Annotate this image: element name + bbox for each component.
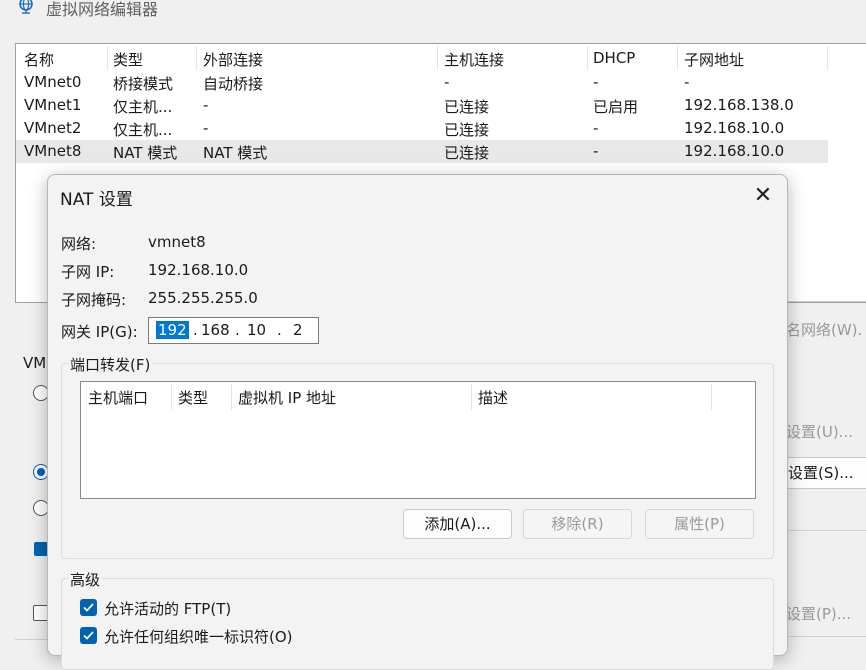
cell-type: NAT 模式 <box>113 144 178 162</box>
column-separator[interactable] <box>437 46 438 70</box>
ip-dot: . <box>277 321 282 339</box>
gateway-octet-3[interactable]: 10 <box>247 321 266 339</box>
allow-oui-label[interactable]: 允许任何组织唯一标识符(O) <box>104 626 293 647</box>
cell-type: 仅主机... <box>113 98 173 116</box>
column-header-vm-ip[interactable]: 虚拟机 IP 地址 <box>238 387 336 408</box>
divider <box>15 639 50 640</box>
ip-dot: . <box>235 321 240 339</box>
cell-subnet: 192.168.138.0 <box>684 96 794 114</box>
cell-name: VMnet1 <box>24 96 82 114</box>
close-icon[interactable]: ✕ <box>750 183 776 209</box>
column-header-host[interactable]: 主机连接 <box>444 49 504 71</box>
table-row[interactable]: VMnet2 仅主机... - 已连接 - 192.168.10.0 <box>16 117 828 140</box>
add-button[interactable]: 添加(A)... <box>403 509 512 539</box>
cell-host: 已连接 <box>444 121 490 139</box>
cell-name: VMnet0 <box>24 73 82 91</box>
divider <box>786 530 866 531</box>
table-row[interactable]: VMnet0 桥接模式 自动桥接 - - - <box>16 71 828 94</box>
cell-subnet: 192.168.10.0 <box>684 142 785 160</box>
column-separator[interactable] <box>471 384 472 410</box>
allow-ftp-label[interactable]: 允许活动的 FTP(T) <box>104 598 231 619</box>
column-header-dhcp[interactable]: DHCP <box>593 49 635 71</box>
cell-dhcp: - <box>593 142 599 160</box>
nat-settings-button[interactable]: 设置(S)... <box>785 457 866 489</box>
column-separator[interactable] <box>196 46 197 70</box>
network-globe-icon <box>17 0 35 14</box>
checkmark-icon <box>83 631 94 640</box>
subnet-ip-value: 192.168.10.0 <box>148 261 249 279</box>
cell-host: 已连接 <box>444 98 490 116</box>
allow-ftp-checkbox[interactable] <box>80 599 97 616</box>
column-header-type[interactable]: 类型 <box>178 387 208 408</box>
network-label: 网络: <box>61 235 97 253</box>
checkmark-icon <box>83 603 94 612</box>
cell-external: NAT 模式 <box>203 144 268 162</box>
settings-u-button[interactable]: 设置(U)... <box>786 417 853 447</box>
advanced-group <box>61 578 774 670</box>
column-header-type[interactable]: 类型 <box>113 49 143 71</box>
column-separator[interactable] <box>827 46 828 70</box>
gateway-octet-4[interactable]: 2 <box>293 321 303 339</box>
port-forwarding-list[interactable]: 主机端口 类型 虚拟机 IP 地址 描述 <box>80 381 756 499</box>
cell-subnet: - <box>684 73 690 91</box>
subnet-mask-label: 子网掩码: <box>61 291 127 309</box>
subnet-ip-label: 子网 IP: <box>61 263 115 281</box>
cell-type: 仅主机... <box>113 121 173 139</box>
divider <box>786 301 866 302</box>
window-titlebar: 虚拟网络编辑器 <box>0 0 866 22</box>
gateway-octet-2[interactable]: 168 <box>201 321 230 339</box>
cell-name: VMnet2 <box>24 119 82 137</box>
cell-external: - <box>203 119 209 137</box>
column-separator[interactable] <box>711 384 712 410</box>
subnet-mask-value: 255.255.255.0 <box>148 289 258 307</box>
nat-settings-dialog: NAT 设置 ✕ 网络: vmnet8 子网 IP: 192.168.10.0 … <box>47 174 788 670</box>
connect-host-checkbox[interactable] <box>34 542 48 556</box>
table-row-selected[interactable]: VMnet8 NAT 模式 NAT 模式 已连接 - 192.168.10.0 <box>16 140 828 163</box>
table-row[interactable]: VMnet1 仅主机... - 已连接 已启用 192.168.138.0 <box>16 94 828 117</box>
divider <box>786 636 866 637</box>
network-value: vmnet8 <box>148 233 206 251</box>
column-separator[interactable] <box>171 384 172 410</box>
column-separator[interactable] <box>231 384 232 410</box>
column-header-description[interactable]: 描述 <box>478 387 508 408</box>
cell-subnet: 192.168.10.0 <box>684 119 785 137</box>
remove-button[interactable]: 移除(R) <box>523 509 632 539</box>
rename-network-button[interactable]: 名网络(W). <box>786 315 862 345</box>
ip-dot: . <box>193 321 198 339</box>
column-separator[interactable] <box>107 46 108 70</box>
gateway-ip-field[interactable]: 192 . 168 . 10 . 2 <box>148 317 319 344</box>
cell-dhcp: - <box>593 73 599 91</box>
cell-type: 桥接模式 <box>113 75 174 93</box>
column-separator[interactable] <box>677 46 678 70</box>
column-header-host-port[interactable]: 主机端口 <box>88 387 148 408</box>
gateway-ip-label: 网关 IP(G): <box>61 323 138 341</box>
cell-external: - <box>203 96 209 114</box>
column-header-external[interactable]: 外部连接 <box>203 49 263 71</box>
cell-host: 已连接 <box>444 144 490 162</box>
dialog-title: NAT 设置 <box>60 190 133 210</box>
dhcp-settings-button[interactable]: 设置(P)... <box>786 599 851 629</box>
cell-external: 自动桥接 <box>203 75 264 93</box>
window-title: 虚拟网络编辑器 <box>46 0 159 19</box>
advanced-title: 高级 <box>68 569 103 590</box>
port-forwarding-title: 端口转发(F) <box>68 354 153 375</box>
cell-name: VMnet8 <box>24 142 82 160</box>
allow-oui-checkbox[interactable] <box>80 627 97 644</box>
column-header-name[interactable]: 名称 <box>24 49 54 71</box>
cell-host: - <box>444 73 450 91</box>
column-separator[interactable] <box>587 46 588 70</box>
cell-dhcp: 已启用 <box>593 98 639 116</box>
gateway-octet-1[interactable]: 192 <box>156 321 189 339</box>
properties-button[interactable]: 属性(P) <box>645 509 754 539</box>
column-header-subnet[interactable]: 子网地址 <box>684 49 744 71</box>
cell-dhcp: - <box>593 119 599 137</box>
